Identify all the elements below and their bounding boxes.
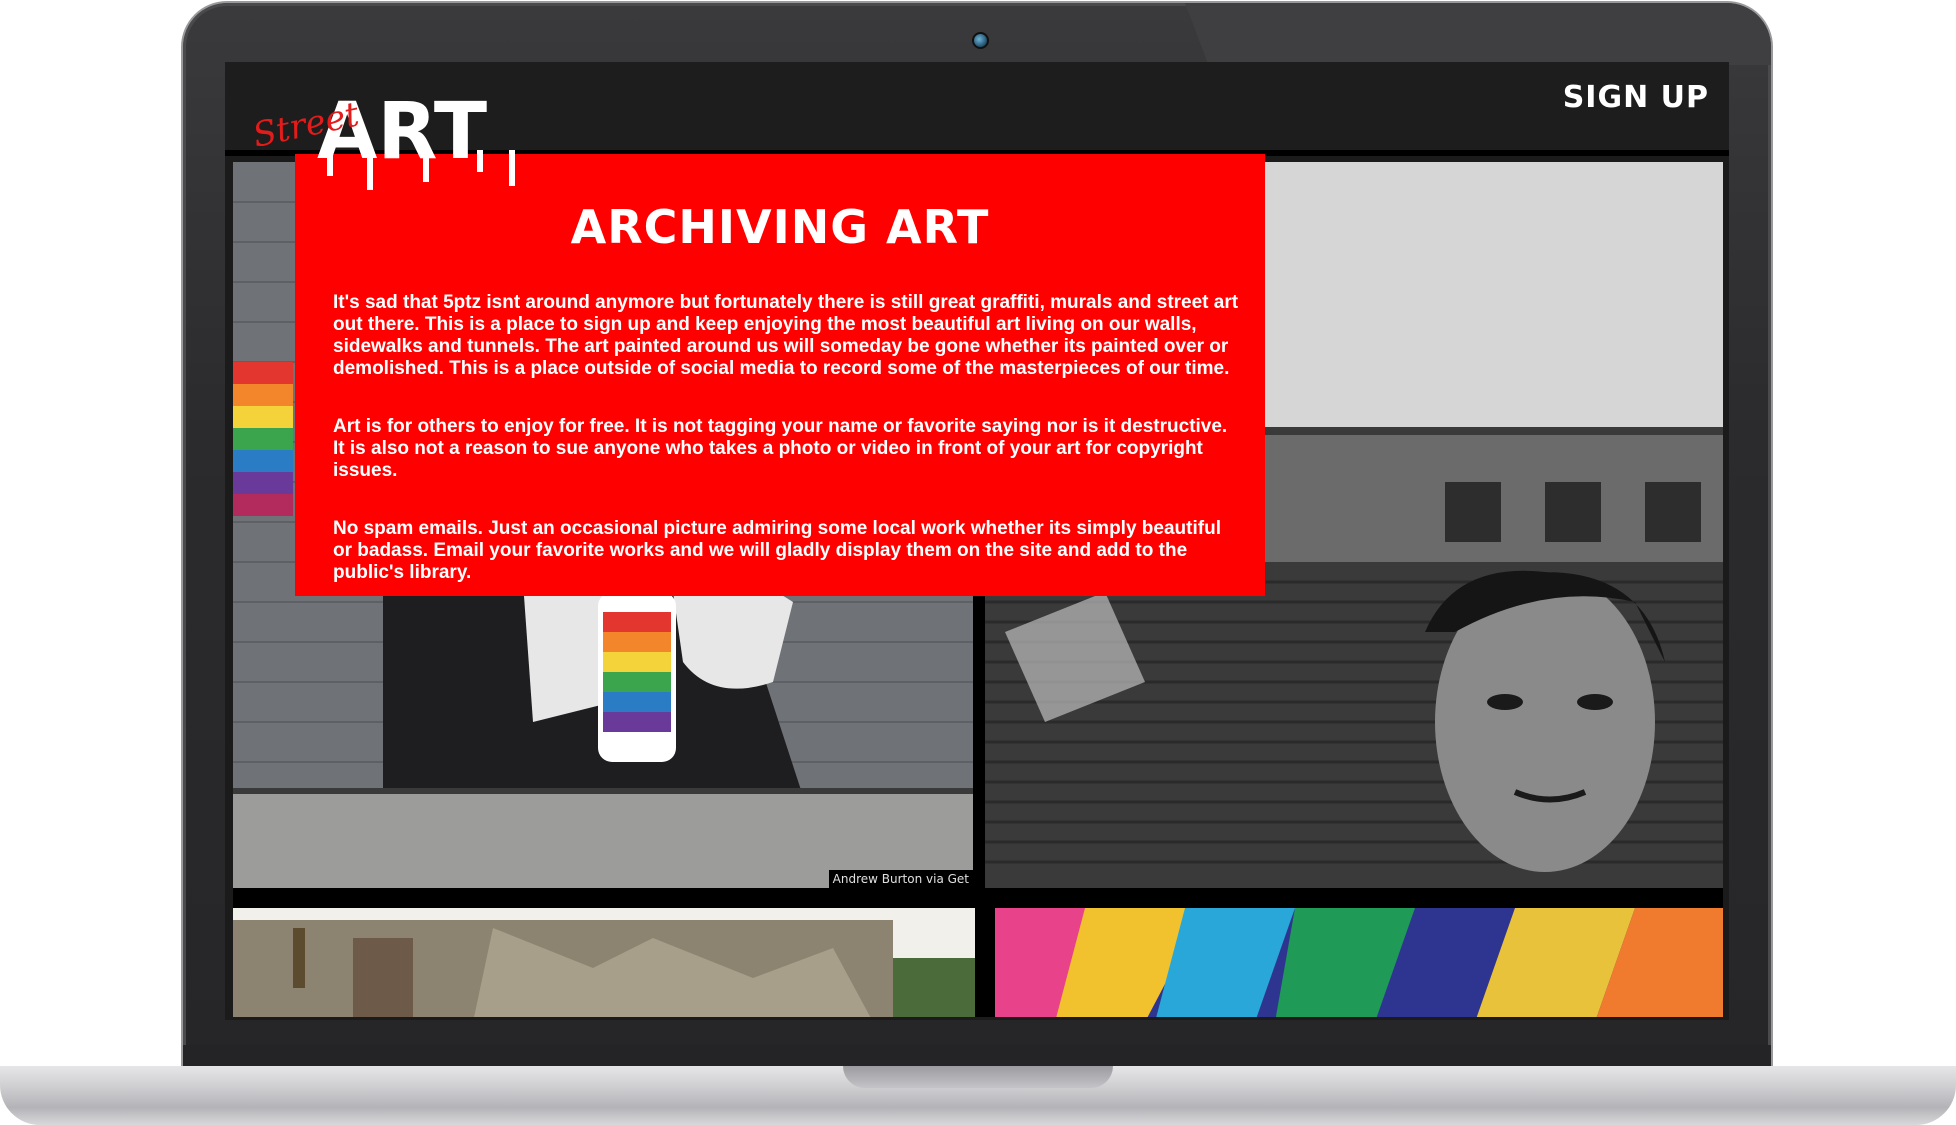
screen-bottom-edge: [225, 1017, 1729, 1020]
building-mural-image: [233, 908, 975, 1020]
colorful-mural-image: [995, 908, 1723, 1020]
device-mockup: SIGN UP Andrew Burton via Get ART Street…: [0, 0, 1956, 1125]
site-logo[interactable]: ART Street: [247, 78, 547, 198]
panel-body: It's sad that 5ptz isnt around anymore b…: [333, 292, 1243, 620]
panel-title: ARCHIVING ART: [570, 200, 990, 254]
photo-colorful-mural[interactable]: [995, 908, 1723, 1020]
lid-glare: [1185, 3, 1771, 65]
panel-paragraph: Art is for others to enjoy for free. It …: [333, 416, 1228, 481]
about-panel: ARCHIVING ART It's sad that 5ptz isnt ar…: [295, 154, 1265, 596]
photo-building-mural[interactable]: [233, 908, 975, 1020]
webcam-icon: [972, 32, 989, 49]
panel-paragraph: No spam emails. Just an occasional pictu…: [333, 518, 1221, 583]
photo-credit: Andrew Burton via Get: [828, 870, 973, 888]
panel-paragraph: It's sad that 5ptz isnt around anymore b…: [333, 292, 1239, 379]
screen: SIGN UP Andrew Burton via Get ART Street…: [225, 62, 1729, 1020]
sign-up-button[interactable]: SIGN UP: [1563, 80, 1709, 115]
street-art-logo: ART Street: [249, 87, 515, 190]
laptop-base-notch: [843, 1066, 1113, 1088]
